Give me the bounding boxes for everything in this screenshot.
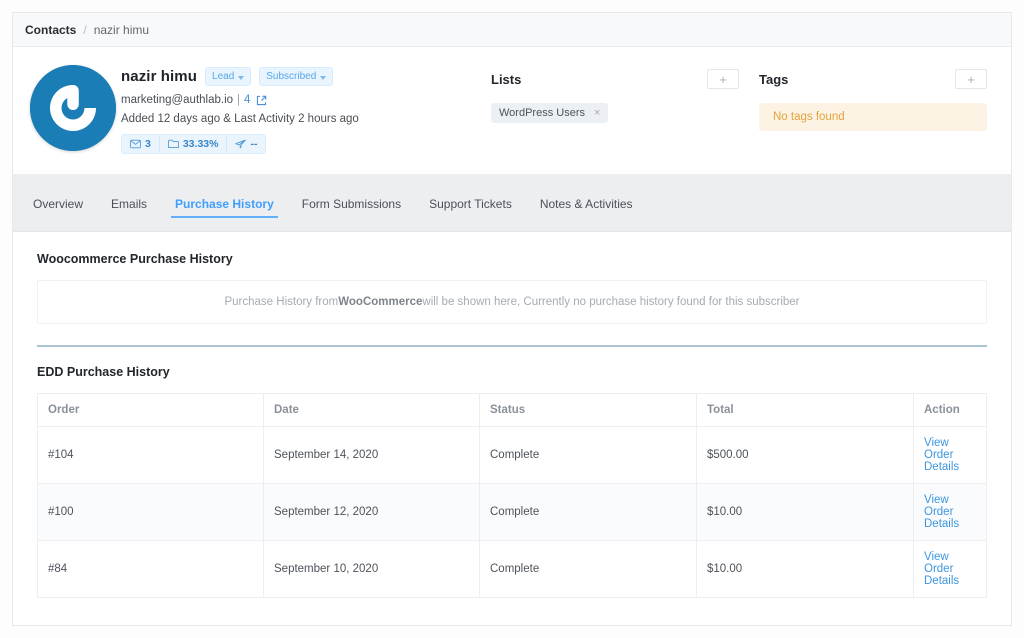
add-list-button[interactable]: + [707,69,739,89]
tab-form-submissions[interactable]: Form Submissions [288,179,415,228]
avatar-container [27,63,119,151]
chevron-down-icon [238,76,244,80]
subscription-status-label: Subscribed [266,70,316,83]
section-divider [37,345,987,347]
breadcrumb: Contacts / nazir himu [13,13,1011,47]
tab-panel-purchase-history: Woocommerce Purchase History Purchase Hi… [13,232,1011,625]
tab-support-tickets[interactable]: Support Tickets [415,179,526,228]
column-header-status: Status [480,394,697,427]
tags-empty-message: No tags found [759,103,987,131]
paper-plane-icon [235,139,246,149]
cell-total: $500.00 [697,427,914,484]
stat-emails-sent[interactable]: 3 [122,135,160,153]
cell-total: $10.00 [697,484,914,541]
engagement-stats: 3 33.33% -- [121,134,266,154]
chevron-down-icon [320,76,326,80]
external-link-icon[interactable] [256,95,267,106]
stat-emails-sent-value: 3 [145,138,151,150]
column-header-order: Order [38,394,264,427]
view-order-details-link[interactable]: View Order Details [924,551,959,587]
lists-title: Lists [491,72,521,87]
cell-status: Complete [480,541,697,598]
envelope-icon [130,139,141,149]
contact-type-label: Lead [212,70,234,83]
table-header-row: Order Date Status Total Action [38,394,987,427]
cell-date: September 12, 2020 [264,484,480,541]
cell-order: #104 [38,427,264,484]
woocommerce-empty-prefix: Purchase History from [224,296,338,308]
edd-purchase-table: Order Date Status Total Action #104 Sept… [37,393,987,598]
tags-section: Tags + No tags found [749,63,997,131]
tags-title: Tags [759,72,788,87]
lists-header: Lists + [491,69,749,89]
profile-header: nazir himu Lead Subscribed marketing@aut… [13,47,1011,175]
woocommerce-empty-bold: WooCommerce [338,296,422,308]
name-row: nazir himu Lead Subscribed [121,67,491,86]
column-header-date: Date [264,394,480,427]
close-icon[interactable]: × [594,108,600,119]
contact-detail-card: Contacts / nazir himu nazir himu [12,12,1012,626]
cell-order: #84 [38,541,264,598]
tab-overview[interactable]: Overview [19,179,97,228]
contact-email: marketing@authlab.io [121,94,233,106]
add-tag-button[interactable]: + [955,69,987,89]
stat-click-rate-value: -- [250,138,257,150]
view-order-details-link[interactable]: View Order Details [924,494,959,530]
identity-block: nazir himu Lead Subscribed marketing@aut… [119,63,491,154]
contact-tabs: Overview Emails Purchase History Form Su… [13,175,1011,232]
breadcrumb-current: nazir himu [94,23,149,37]
cell-date: September 10, 2020 [264,541,480,598]
screen-root: Contacts / nazir himu nazir himu [0,0,1024,638]
email-row: marketing@authlab.io | 4 [121,94,491,106]
edd-table-head: Order Date Status Total Action [38,394,987,427]
cell-action: View Order Details [914,484,987,541]
tab-purchase-history[interactable]: Purchase History [161,179,288,228]
cell-status: Complete [480,427,697,484]
table-row: #104 September 14, 2020 Complete $500.00… [38,427,987,484]
cell-action: View Order Details [914,541,987,598]
list-chip[interactable]: WordPress Users × [491,103,608,123]
email-count: 4 [244,94,250,106]
cell-status: Complete [480,484,697,541]
subscription-status-badge[interactable]: Subscribed [259,67,333,86]
gravatar-logo-icon [30,65,116,151]
woocommerce-section-title: Woocommerce Purchase History [37,252,987,266]
column-header-action: Action [914,394,987,427]
cell-total: $10.00 [697,541,914,598]
lists-section: Lists + WordPress Users × [491,63,749,123]
contact-type-badge[interactable]: Lead [205,67,251,86]
list-chip-label: WordPress Users [499,107,585,119]
cell-action: View Order Details [914,427,987,484]
avatar [30,65,116,151]
stat-click-rate[interactable]: -- [227,135,265,153]
tags-header: Tags + [759,69,997,89]
cell-date: September 14, 2020 [264,427,480,484]
stat-open-rate[interactable]: 33.33% [160,135,228,153]
tab-emails[interactable]: Emails [97,179,161,228]
woocommerce-empty-state: Purchase History from WooCommerce will b… [37,280,987,324]
breadcrumb-root-link[interactable]: Contacts [25,23,76,37]
edd-section-title: EDD Purchase History [37,365,987,379]
edd-table-body: #104 September 14, 2020 Complete $500.00… [38,427,987,598]
contact-name: nazir himu [121,68,197,85]
table-row: #100 September 12, 2020 Complete $10.00 … [38,484,987,541]
woocommerce-empty-suffix: will be shown here, Currently no purchas… [422,296,799,308]
email-divider: | [237,94,240,106]
tab-notes-activities[interactable]: Notes & Activities [526,179,647,228]
added-activity-text: Added 12 days ago & Last Activity 2 hour… [121,113,491,125]
folder-open-icon [168,139,179,149]
column-header-total: Total [697,394,914,427]
breadcrumb-separator: / [83,23,86,37]
stat-open-rate-value: 33.33% [183,138,219,150]
cell-order: #100 [38,484,264,541]
view-order-details-link[interactable]: View Order Details [924,437,959,473]
table-row: #84 September 10, 2020 Complete $10.00 V… [38,541,987,598]
